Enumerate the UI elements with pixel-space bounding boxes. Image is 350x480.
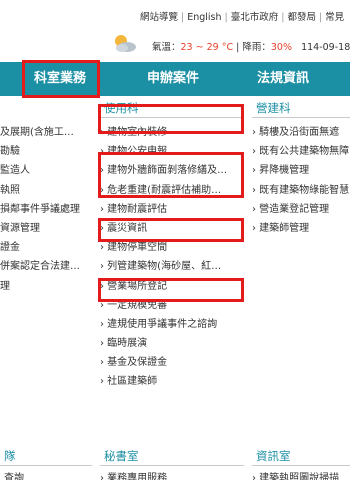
list-item[interactable]: › 建築執照圖說掃描 (252, 470, 350, 480)
column-title-usage[interactable]: 使用科 (100, 98, 244, 118)
middle-column: 使用科 › 建物室內裝修 › 建物公安申報 › 建物外牆飾面剝落修繕及… › 危… (100, 98, 244, 392)
list-item[interactable]: › 昇降機管理 (252, 161, 350, 180)
list-item[interactable]: 執照 (0, 181, 92, 200)
list-item[interactable]: › 違規使用爭議事件之諮詢 (100, 315, 244, 334)
list-item[interactable]: 損鄰事件爭議處理 (0, 200, 92, 219)
list-item[interactable]: › 列管建築物(海砂屋、紅… (100, 257, 244, 276)
rain-label: 降雨： (242, 42, 271, 53)
list-item[interactable]: › 營業場所登記 (100, 277, 244, 296)
list-item[interactable]: › 基金及保證金 (100, 353, 244, 372)
list-item[interactable]: › 騎樓及沿街面無遮 (252, 123, 350, 142)
link-english[interactable]: English (187, 12, 221, 23)
divider: | (281, 12, 285, 23)
link-sitemap[interactable]: 網站導覽 (140, 12, 178, 23)
left-column-spacer (0, 98, 92, 118)
list-item[interactable]: 理 (0, 277, 92, 296)
divider: | (318, 12, 323, 23)
column-title-construction[interactable]: 營建科 (252, 98, 350, 118)
list-item[interactable]: › 既有建築物綠能智慧 (252, 181, 350, 200)
partly-cloudy-icon (115, 35, 136, 52)
list-item[interactable]: › 社區建築師 (100, 372, 244, 391)
divider: | (236, 42, 240, 53)
list-item[interactable]: › 業務專用服務 (100, 470, 244, 480)
list-item[interactable]: › 建物外牆飾面剝落修繕及… (100, 161, 244, 180)
column-title-secretariat[interactable]: 秘書室 (100, 446, 244, 466)
middle-list: › 建物室內裝修 › 建物公安申報 › 建物外牆飾面剝落修繕及… › 危老重建(… (100, 123, 244, 392)
left-column: 及展期(含施工… 勘驗 監造人 執照 損鄰事件爭議處理 資源管理 證金 併案認定… (0, 98, 92, 296)
column-title-brigade[interactable]: 隊 (0, 446, 92, 466)
list-item[interactable]: › 建物耐震評估 (100, 200, 244, 219)
list-item[interactable]: › 既有公共建築物無障 (252, 142, 350, 161)
top-utility-bar: 網站導覽 | English | 臺北市政府 | 都發局 | 常見 (0, 0, 350, 34)
list-item[interactable]: 勘驗 (0, 142, 92, 161)
rain-value: 30% (270, 42, 293, 53)
link-faq[interactable]: 常見 (325, 12, 344, 23)
temp-value: 23 ~ 29 °C (180, 42, 234, 53)
weather-text: 氣溫：23 ~ 29 °C | 降雨：30% 114-09-18 星 (152, 39, 350, 53)
link-taipei-gov[interactable]: 臺北市政府 (231, 12, 279, 23)
list-item[interactable]: › 臨時展演 (100, 334, 244, 353)
date-text: 114-09-18 星 (301, 42, 350, 53)
link-udd[interactable]: 都發局 (287, 12, 316, 23)
list-item[interactable]: › 建築師管理 (252, 219, 350, 238)
divider: | (224, 12, 228, 23)
list-item[interactable]: 併案認定合法建… (0, 257, 92, 276)
nav-item-regulations[interactable]: 法規資訊 (238, 62, 328, 96)
list-item[interactable]: › 危老重建(耐震評估補助… (100, 181, 244, 200)
list-item[interactable]: › 建物停車空間 (100, 238, 244, 257)
main-nav: 科室業務 申辦案件 法規資訊 (0, 62, 350, 96)
list-item[interactable]: 證金 (0, 238, 92, 257)
left-list: 及展期(含施工… 勘驗 監造人 執照 損鄰事件爭議處理 資源管理 證金 併案認定… (0, 123, 92, 296)
divider: | (181, 12, 185, 23)
nav-item-departments[interactable]: 科室業務 (22, 62, 98, 96)
list-item[interactable]: › 營造業登記管理 (252, 200, 350, 219)
list-item[interactable]: 資源管理 (0, 219, 92, 238)
list-item[interactable]: › 震災資訊 (100, 219, 244, 238)
list-item[interactable]: › 建物公安申報 (100, 142, 244, 161)
list-item[interactable]: 及展期(含施工… (0, 123, 92, 142)
right-column: 營建科 › 騎樓及沿街面無遮 › 既有公共建築物無障 › 昇降機管理 › 既有建… (252, 98, 350, 238)
column-title-it-office[interactable]: 資訊室 (252, 446, 350, 466)
list-item[interactable]: 監造人 (0, 161, 92, 180)
list-item[interactable]: 查詢 (4, 470, 92, 480)
top-links: 網站導覽 | English | 臺北市政府 | 都發局 | 常見 (140, 9, 344, 23)
list-item[interactable]: › 一定規模免審 (100, 296, 244, 315)
list-item[interactable]: › 建物室內裝修 (100, 123, 244, 142)
right-list: › 騎樓及沿街面無遮 › 既有公共建築物無障 › 昇降機管理 › 既有建築物綠能… (252, 123, 350, 238)
temp-label: 氣溫： (152, 42, 181, 53)
nav-item-applications[interactable]: 申辦案件 (128, 62, 218, 96)
